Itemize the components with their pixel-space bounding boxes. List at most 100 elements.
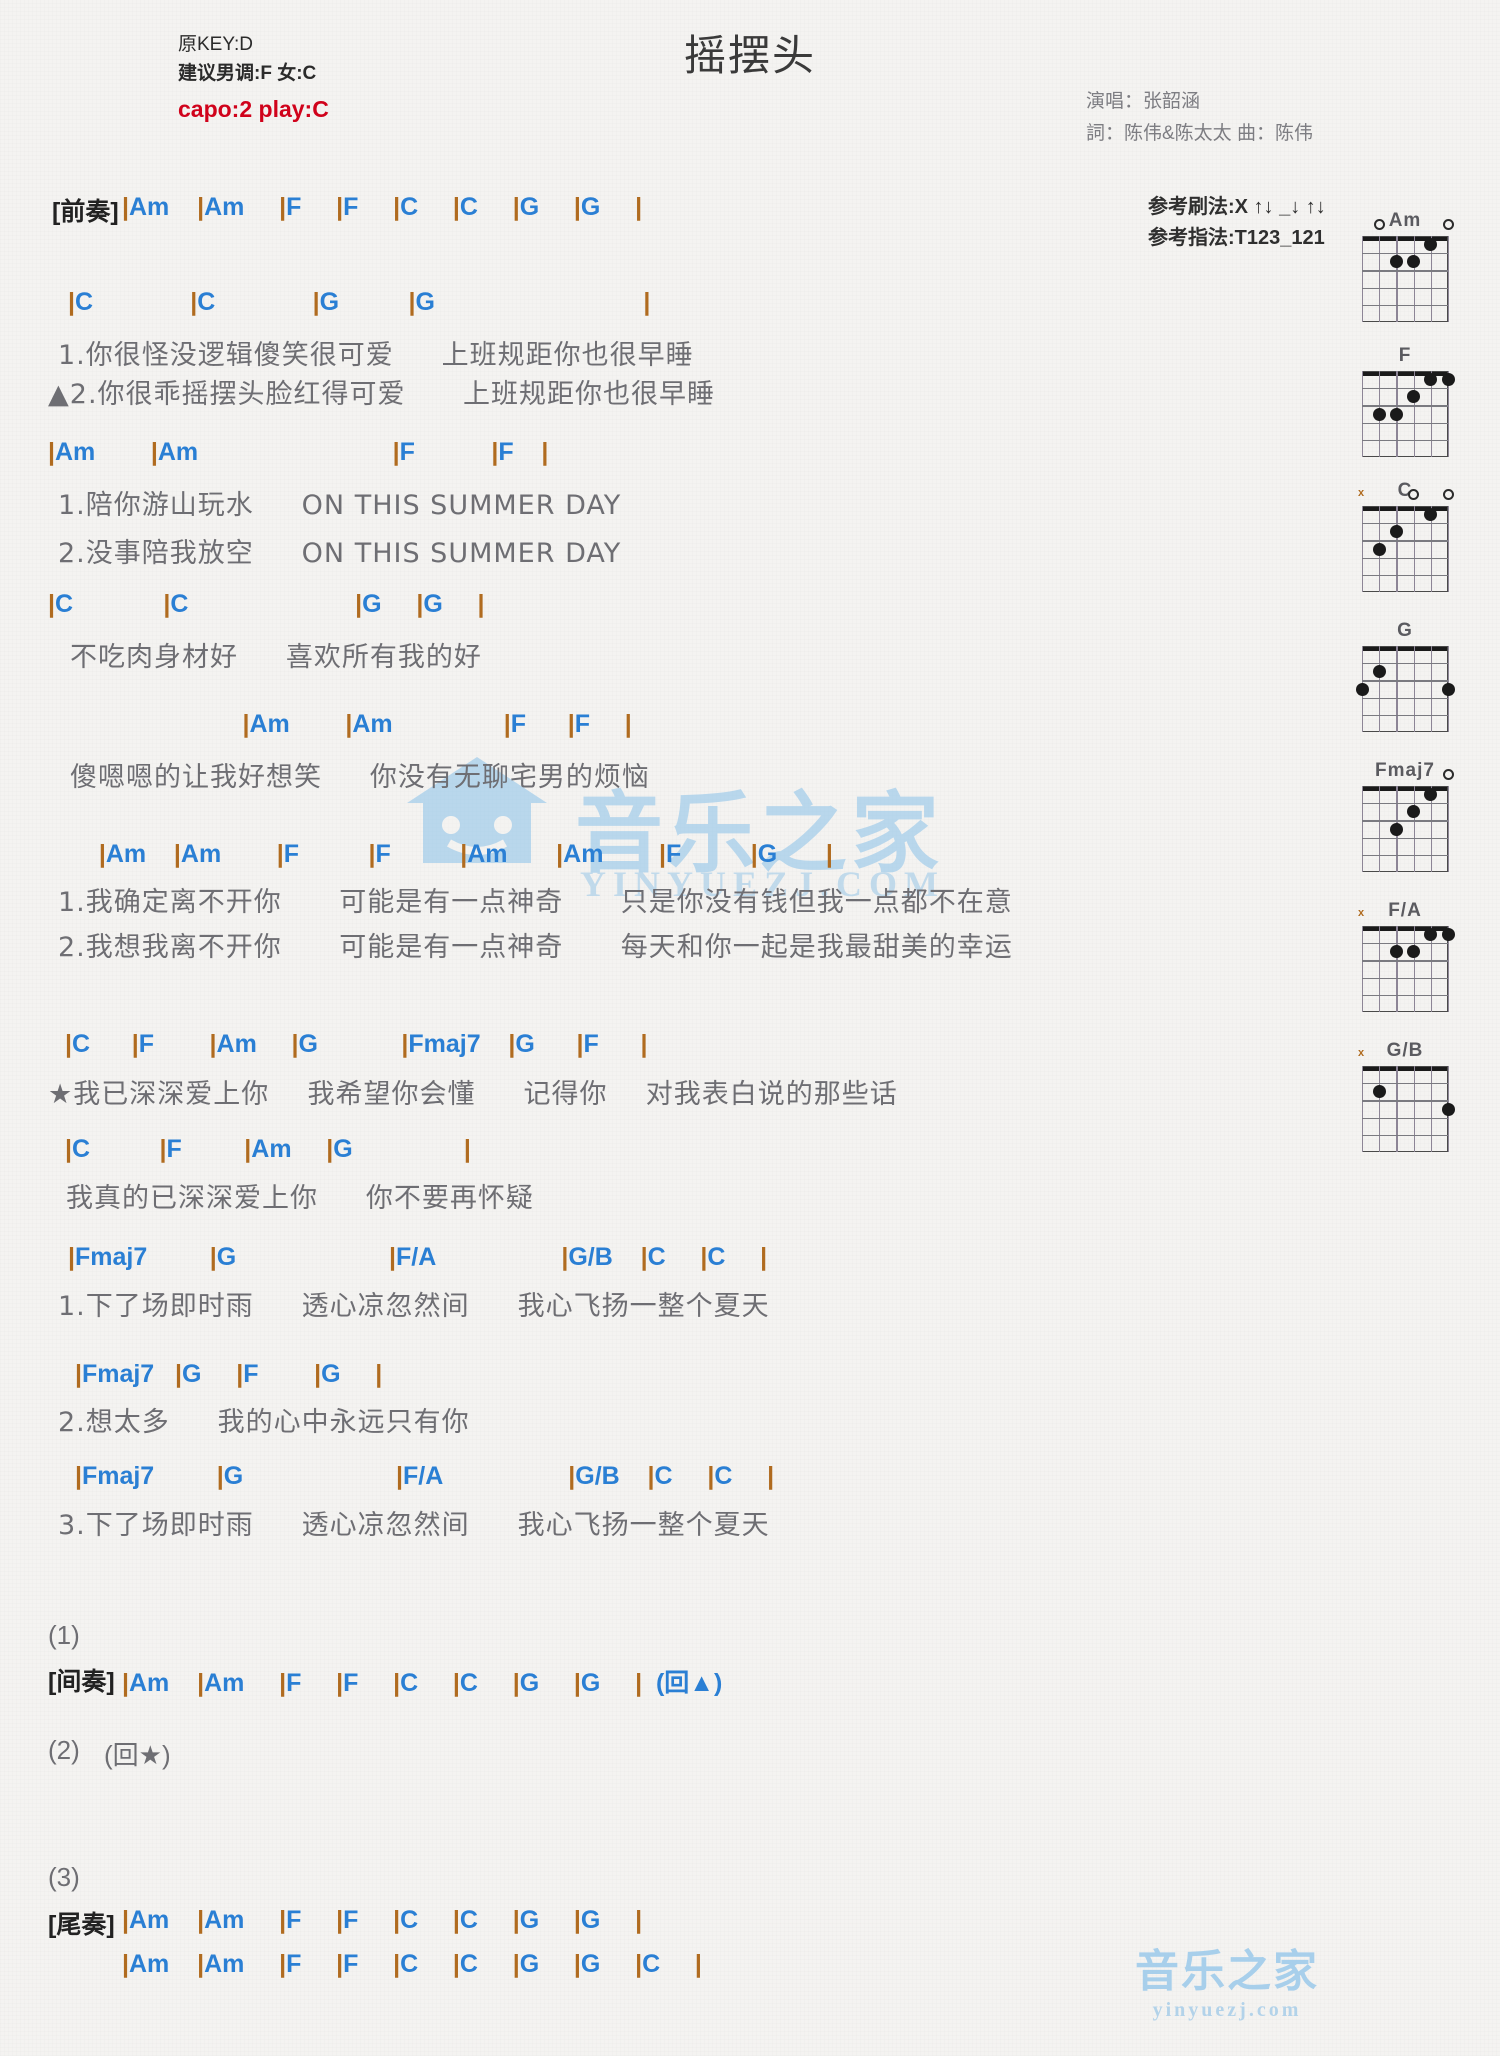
fret-line [1362,820,1448,822]
string-line [1379,786,1381,872]
string-line [1379,236,1381,322]
ending-number-2: (2) [48,1735,80,1765]
chord-fretboard: x [1358,1047,1455,1152]
fret-line [1362,270,1448,272]
string-line [1448,506,1450,592]
string-line [1362,926,1364,1012]
chord-line-v2: |Am |Am |F |F | [48,438,549,466]
section-label-intro: [前奏] [52,198,119,226]
chord-line-interlude: |Am |Am |F |F |C |C |G |G | (回▲) [122,1669,723,1697]
chord-fretboard: x [1358,907,1455,1012]
fret-line [1362,697,1448,699]
chord-diagram-fmaj7: Fmaj7 [1330,760,1480,872]
chord-fretboard [1362,371,1455,457]
string-line [1362,1066,1364,1152]
finger-dot [1355,682,1369,696]
fret-line [1362,680,1448,682]
string-line [1396,506,1398,592]
chord-line-v4: |Am |Am |F |F | [242,710,632,738]
chord-line-c1: |Am |Am |F |F |Am |Am |F |G | [98,840,833,868]
finger-dot [1441,1102,1455,1116]
section-label-outro: [尾奏] [48,1911,115,1939]
section-label-interlude: [间奏] [48,1668,115,1696]
muted-string-icon: x [1358,1047,1365,1059]
chord-diagram-name: G [1397,620,1413,641]
finger-dot [1372,407,1386,421]
chord-diagram-name: C [1397,480,1413,501]
chord-diagram-name: G/B [1386,1040,1424,1061]
open-string-icon [1373,219,1385,230]
lyric-line-v1-1: 1.你很怪没逻辑傻笑很可爱 上班规距你也很早睡 [58,340,694,371]
string-line [1413,926,1415,1012]
fret-line [1362,557,1448,559]
fret-line [1362,439,1448,442]
lyric-line-s5-1: 3.下了场即时雨 透心凉忽然间 我心飞扬一整个夏天 [58,1510,770,1541]
chord-line-s1: |C |F |Am |G |Fmaj7 |G |F | [64,1030,648,1058]
fret-line [1362,1134,1448,1137]
finger-dot [1389,407,1403,421]
finger-dot [1372,542,1386,556]
fret-line [1362,405,1448,407]
fret-line [1362,422,1448,424]
string-line [1362,786,1364,872]
finger-dot [1441,682,1455,696]
finger-dot [1372,665,1386,679]
chord-diagram-f: F [1330,345,1480,457]
open-string-icon [1442,769,1454,780]
lyric-line-v3-1: 不吃肉身材好 喜欢所有我的好 [70,642,482,673]
finger-dot [1441,373,1455,387]
fret-line [1362,803,1448,805]
muted-string-icon: x [1358,487,1365,499]
chord-diagram-name: F [1398,345,1412,366]
fret-line [1362,540,1448,542]
string-line [1430,1066,1433,1152]
lyric-line-v2-1: 1.陪你游山玩水 ON THIS SUMMER DAY [58,490,622,521]
finger-dot [1372,1085,1386,1099]
fret-line [1362,1100,1448,1102]
fret-line [1362,1117,1448,1119]
fret-line [1362,837,1448,839]
chord-line-s5: |Fmaj7 |G |F/A |G/B |C |C | [74,1462,775,1490]
string-line [1396,646,1398,732]
fret-line [1362,287,1448,289]
ending-number-1: (1) [48,1620,80,1650]
chord-fretboard [1355,646,1455,732]
string-line [1379,646,1381,732]
string-line [1396,1066,1398,1152]
string-line [1413,646,1415,732]
fret-line [1362,943,1448,945]
string-line [1430,646,1433,732]
string-line [1413,1066,1415,1152]
muted-string-icon: x [1358,907,1365,919]
string-line [1413,506,1415,592]
chord-diagram-g-b: G/B x [1330,1040,1480,1152]
fret-line [1362,304,1448,307]
lyric-line-s4-1: 2.想太多 我的心中永远只有你 [58,1407,470,1438]
string-line [1362,371,1364,457]
string-line [1362,236,1364,322]
chord-line-outro-2: |Am |Am |F |F |C |C |G |G |C | [122,1950,702,1978]
string-line [1396,926,1398,1012]
lyric-line-v1-2: ▲2.你很乖摇摆头脸红得可爱 上班规距你也很早睡 [48,379,716,410]
lyric-line-s3-1: 1.下了场即时雨 透心凉忽然间 我心飞扬一整个夏天 [58,1291,770,1322]
lyric-line-s1-1: ★我已深深爱上你 我希望你会懂 记得你 对我表白说的那些话 [48,1079,898,1110]
fret-line [1362,994,1448,997]
chord-fretboard: x [1358,487,1454,592]
finger-dot [1441,928,1455,942]
fret-line [1362,663,1448,665]
fret-line [1362,523,1448,525]
fret-line [1362,388,1448,390]
finger-dot [1389,822,1403,836]
chord-diagram-c: Cx [1330,480,1480,592]
ending-2-repeat: (回★) [104,1740,171,1770]
string-line [1379,926,1381,1012]
string-line [1448,786,1450,872]
fret-line [1362,253,1448,255]
lyric-line-s2-1: 我真的已深深爱上你 你不要再怀疑 [66,1183,534,1214]
lyric-line-v2-2: 2.没事陪我放空 ON THIS SUMMER DAY [58,538,622,569]
chord-fretboard [1362,769,1454,872]
chord-fretboard [1362,219,1454,322]
chord-diagram-g: G [1330,620,1480,732]
string-line [1379,1066,1381,1152]
fret-line [1362,977,1448,979]
